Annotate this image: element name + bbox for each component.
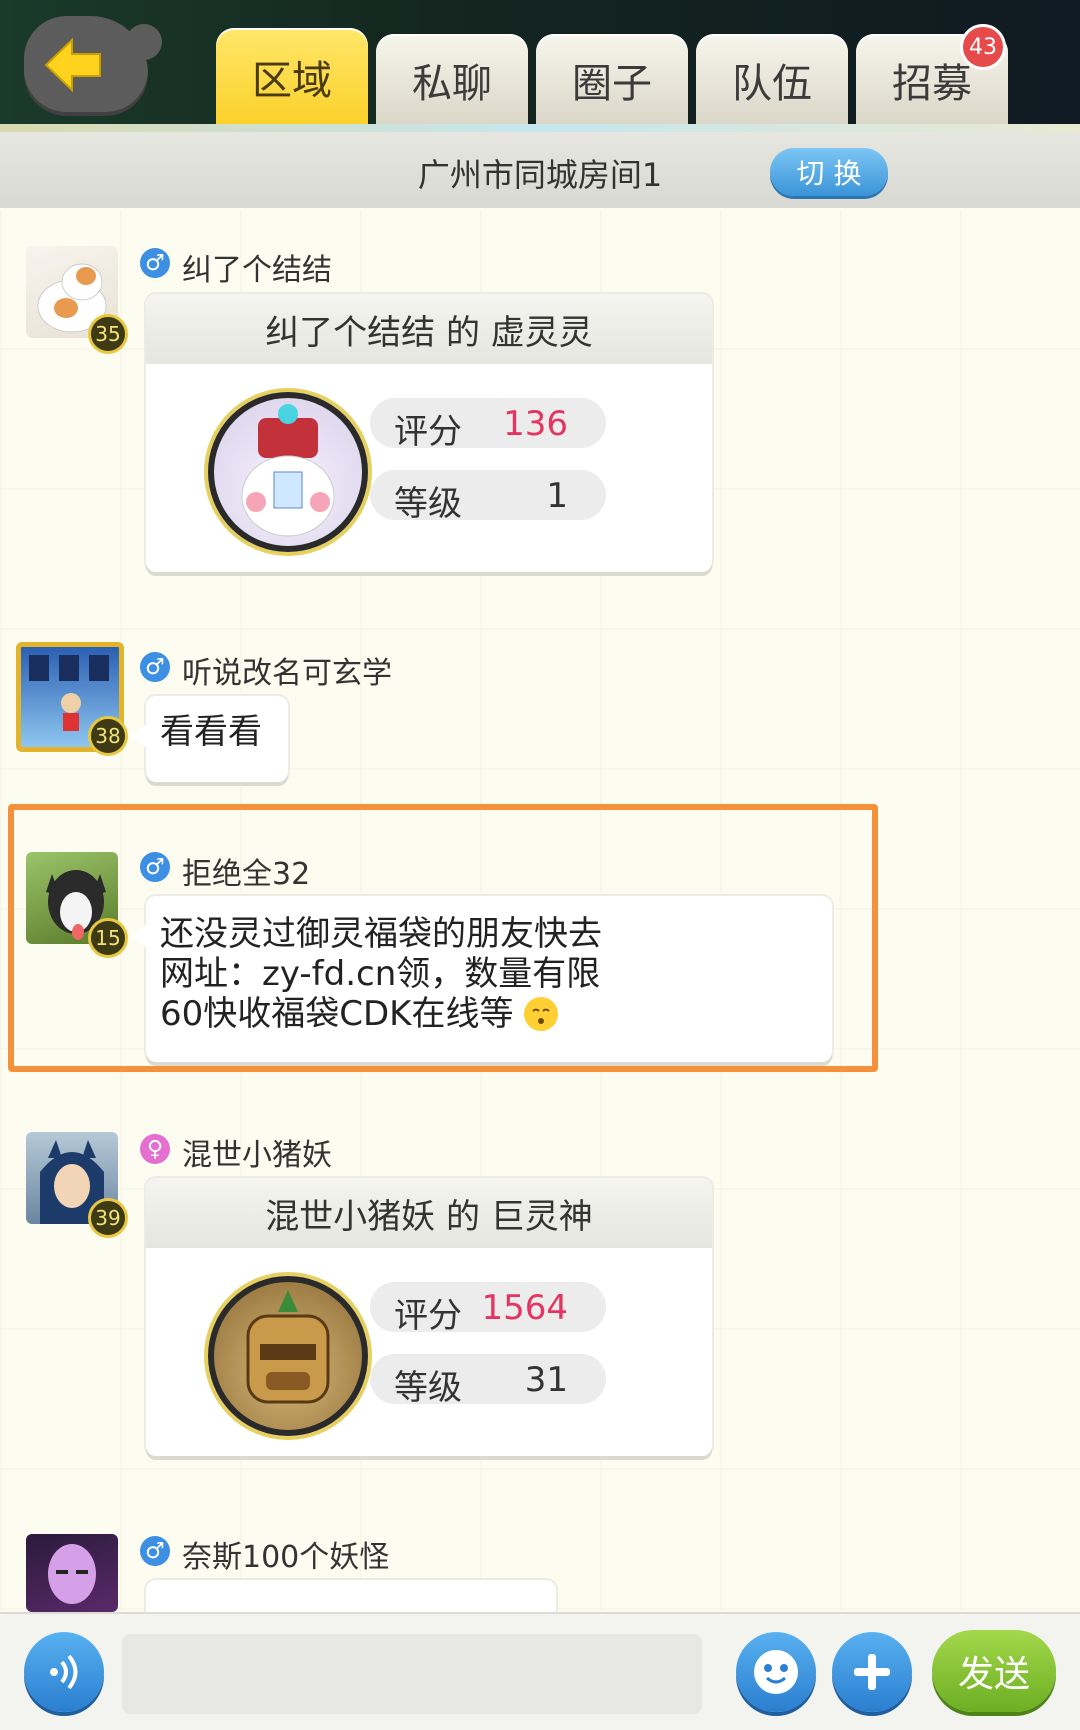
level-badge: 39	[88, 1198, 128, 1238]
tab-label: 圈子	[572, 61, 652, 107]
room-title: 广州市同城房间1	[417, 156, 663, 194]
message-text: 看看看	[160, 712, 262, 752]
pet-card-title: 混世小猪妖 的 巨灵神	[146, 1178, 712, 1248]
pet-card[interactable]: 纠了个结结 的 虚灵灵 评分 136 等级 1	[146, 294, 712, 572]
female-icon: ♀	[140, 1134, 170, 1164]
spirit-pet-icon	[241, 404, 335, 537]
back-button[interactable]	[24, 16, 162, 116]
pet-card[interactable]: 混世小猪妖 的 巨灵神 评分 1564 等级 31	[146, 1178, 712, 1456]
pet-portrait	[208, 392, 368, 552]
tab-region[interactable]: 区域	[216, 28, 368, 126]
avatar[interactable]	[26, 1534, 118, 1612]
giant-spirit-pet-icon	[246, 1290, 330, 1404]
level-badge: 35	[88, 314, 128, 354]
send-button[interactable]: 发送	[932, 1630, 1056, 1712]
tab-private-chat[interactable]: 私聊	[376, 34, 528, 126]
top-bar: 区域 私聊 圈子 队伍 招募 43	[0, 0, 1080, 128]
level-value: 1	[546, 476, 568, 516]
level-stat: 等级 31	[370, 1354, 606, 1408]
stat-label: 等级	[394, 1368, 462, 1408]
male-icon: ♂	[140, 1536, 170, 1566]
plus-icon	[854, 1654, 890, 1690]
level-badge: 38	[88, 716, 128, 756]
male-icon: ♂	[140, 652, 170, 682]
score-stat: 评分 1564	[370, 1282, 606, 1336]
voice-icon	[50, 1654, 78, 1690]
username[interactable]: 纠了个结结	[182, 245, 332, 289]
level-stat: 等级 1	[370, 470, 606, 524]
username[interactable]: 混世小猪妖	[182, 1130, 332, 1174]
stat-label: 评分	[394, 1296, 462, 1336]
username[interactable]: 听说改名可玄学	[182, 648, 392, 692]
stat-label: 评分	[394, 412, 462, 452]
emoji-face-icon	[754, 1650, 798, 1694]
switch-room-button[interactable]: 切 换	[770, 148, 888, 196]
room-bar: 广州市同城房间1 切 换	[0, 132, 1080, 208]
topbar-divider	[0, 124, 1080, 132]
tab-label: 私聊	[412, 61, 492, 107]
pet-card-title: 纠了个结结 的 虚灵灵	[146, 294, 712, 364]
tab-recruit[interactable]: 招募 43	[856, 24, 1008, 126]
chat-bubble[interactable]	[146, 1580, 556, 1612]
username[interactable]: 奈斯100个妖怪	[182, 1532, 389, 1576]
emoji-button[interactable]	[736, 1632, 816, 1712]
stat-label: 等级	[394, 484, 462, 524]
back-arrow-icon	[44, 37, 101, 93]
pet-portrait	[208, 1276, 368, 1436]
voice-button[interactable]	[24, 1632, 104, 1712]
notification-badge: 43	[960, 24, 1006, 70]
message-input[interactable]	[122, 1634, 702, 1714]
score-value: 136	[503, 404, 568, 444]
tab-label: 队伍	[732, 61, 812, 107]
chat-bubble[interactable]: 看看看	[132, 696, 288, 782]
bald-hero-avatar-icon	[48, 1544, 96, 1604]
highlight-box	[8, 804, 878, 1072]
tab-circle[interactable]: 圈子	[536, 34, 688, 126]
tab-label: 招募	[892, 61, 972, 107]
score-stat: 评分 136	[370, 398, 606, 452]
tab-team[interactable]: 队伍	[696, 34, 848, 126]
tab-label: 区域	[252, 58, 332, 104]
score-value: 1564	[481, 1288, 568, 1328]
plus-button[interactable]	[832, 1632, 912, 1712]
bottom-input-bar: 发送	[0, 1612, 1080, 1730]
level-value: 31	[524, 1360, 568, 1400]
male-icon: ♂	[140, 248, 170, 278]
